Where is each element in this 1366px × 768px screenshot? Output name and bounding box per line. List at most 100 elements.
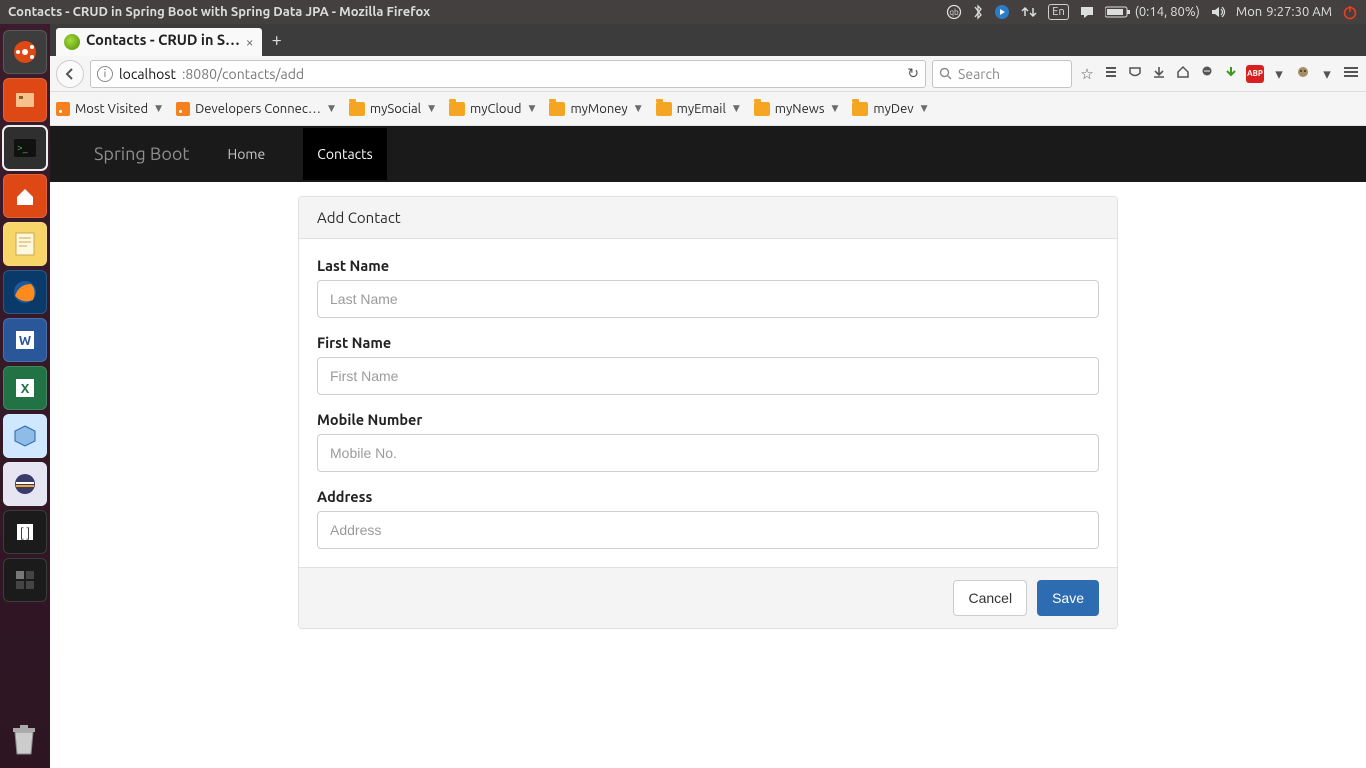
pocket-icon[interactable] [1126,65,1144,82]
bookmark-label: myDev [873,102,913,116]
url-host: localhost [119,66,176,82]
launcher-ubuntu-dash[interactable] [3,30,47,74]
chevron-down-icon: ▼ [328,103,335,114]
launcher-virtualbox[interactable] [3,414,47,458]
bookmark-myemail[interactable]: myEmail ▼ [656,102,740,116]
first-name-label: First Name [317,334,1099,351]
launcher-workspace-switcher[interactable] [3,558,47,602]
save-button[interactable]: Save [1037,580,1099,616]
new-tab-button[interactable]: + [272,30,282,50]
browser-search-box[interactable]: Search [932,60,1072,88]
svg-text:W: W [19,334,31,348]
chevron-down-icon: ▼ [155,103,162,114]
launcher-home[interactable] [3,174,47,218]
chevron-down-icon: ▼ [529,103,536,114]
qbittorrent-icon[interactable]: qb [946,4,962,20]
network-updown-icon[interactable] [1020,5,1038,19]
messaging-icon[interactable] [1079,5,1095,19]
unity-launcher: >_ W X [ ] [0,24,50,768]
bookmark-label: myEmail [677,102,726,116]
bookmark-star-icon[interactable]: ☆ [1078,65,1096,83]
nav-contacts[interactable]: Contacts [303,128,387,180]
folder-icon [656,102,672,116]
panel-title: Add Contact [299,197,1117,239]
nav-home[interactable]: Home [213,128,279,180]
back-button[interactable] [56,60,84,88]
first-name-input[interactable] [317,357,1099,395]
bluetooth-icon[interactable] [972,4,984,20]
mobile-number-label: Mobile Number [317,411,1099,428]
app-brand[interactable]: Spring Boot [94,144,189,164]
launcher-terminal[interactable]: >_ [3,126,47,170]
tab-title: Contacts - CRUD in S… [86,31,240,48]
downloads-icon[interactable] [1150,65,1168,82]
chevron-down-icon: ▼ [733,103,740,114]
download-manager-icon[interactable] [1222,65,1240,82]
launcher-files[interactable] [3,78,47,122]
bookmark-label: Developers Connec… [195,102,321,116]
clock-day[interactable]: Mon [1236,5,1262,19]
launcher-firefox[interactable] [3,270,47,314]
cancel-button[interactable]: Cancel [953,580,1027,616]
chevron-down-icon: ▼ [428,103,435,114]
bookmark-mymoney[interactable]: myMoney▼ [549,102,641,116]
folder-icon [549,102,565,116]
last-name-input[interactable] [317,280,1099,318]
battery-indicator[interactable]: (0:14, 80%) [1105,5,1200,19]
svg-text:[ ]: [ ] [20,527,30,540]
svg-text:X: X [21,382,30,396]
favicon-spring-icon [64,34,80,50]
sync-icon[interactable] [994,4,1010,20]
bookmark-mynews[interactable]: myNews ▼ [754,102,839,116]
mobile-number-input[interactable] [317,434,1099,472]
bookmark-label: myNews [775,102,825,116]
add-contact-panel: Add Contact Last Name First Name Mobile … [298,196,1118,629]
addon-dropdown-icon[interactable]: ▾ [1270,65,1288,83]
reload-button[interactable]: ↻ [907,65,919,82]
launcher-text-editor[interactable] [3,222,47,266]
bookmark-mydev[interactable]: myDev ▼ [852,102,927,116]
launcher-eclipse[interactable] [3,462,47,506]
site-info-icon[interactable]: i [97,66,113,82]
app-navbar: Spring Boot Home Contacts [50,126,1366,182]
url-bar[interactable]: i localhost :8080/contacts/add ↻ [90,60,926,88]
url-path: :8080/contacts/add [182,66,304,82]
browser-tab-active[interactable]: Contacts - CRUD in S… × [56,28,262,56]
chevron-down-icon: ▼ [831,103,838,114]
addon-dropdown-2-icon[interactable]: ▾ [1318,65,1336,83]
svg-text:qb: qb [950,8,960,17]
launcher-brackets[interactable]: [ ] [3,510,47,554]
last-name-label: Last Name [317,257,1099,274]
adblock-icon[interactable]: ABP [1246,65,1264,83]
clock-time[interactable]: 9:27:30 AM [1266,5,1332,19]
hamburger-menu-icon[interactable] [1342,65,1360,82]
most-visited-icon [56,102,70,116]
tab-close-icon[interactable]: × [246,34,254,50]
browser-tab-strip: Contacts - CRUD in S… × + [50,24,1366,56]
search-placeholder: Search [958,66,1000,82]
keyboard-indicator[interactable]: En [1048,4,1068,20]
window-title: Contacts - CRUD in Spring Boot with Spri… [8,5,430,19]
address-input[interactable] [317,511,1099,549]
launcher-trash[interactable] [5,720,45,760]
bookmark-mycloud[interactable]: myCloud▼ [449,102,535,116]
search-icon [939,67,952,80]
chat-icon[interactable] [1198,65,1216,82]
greasemonkey-icon[interactable] [1294,65,1312,82]
bookmark-most-visited[interactable]: Most Visited ▼ [56,102,162,116]
rss-icon [176,102,190,116]
bookmark-developers-connect[interactable]: Developers Connec… ▼ [176,102,335,116]
chevron-down-icon: ▼ [635,103,642,114]
bookmark-mysocial[interactable]: mySocial▼ [349,102,435,116]
launcher-excel[interactable]: X [3,366,47,410]
home-icon[interactable] [1174,65,1192,82]
bookmark-label: Most Visited [75,102,148,116]
power-icon[interactable] [1342,4,1358,20]
address-label: Address [317,488,1099,505]
volume-icon[interactable] [1210,5,1226,19]
desktop-menubar: Contacts - CRUD in Spring Boot with Spri… [0,0,1366,24]
web-page: Spring Boot Home Contacts Add Contact La… [50,126,1366,768]
bookmarks-list-icon[interactable] [1102,65,1120,82]
launcher-word[interactable]: W [3,318,47,362]
chevron-down-icon: ▼ [921,103,928,114]
